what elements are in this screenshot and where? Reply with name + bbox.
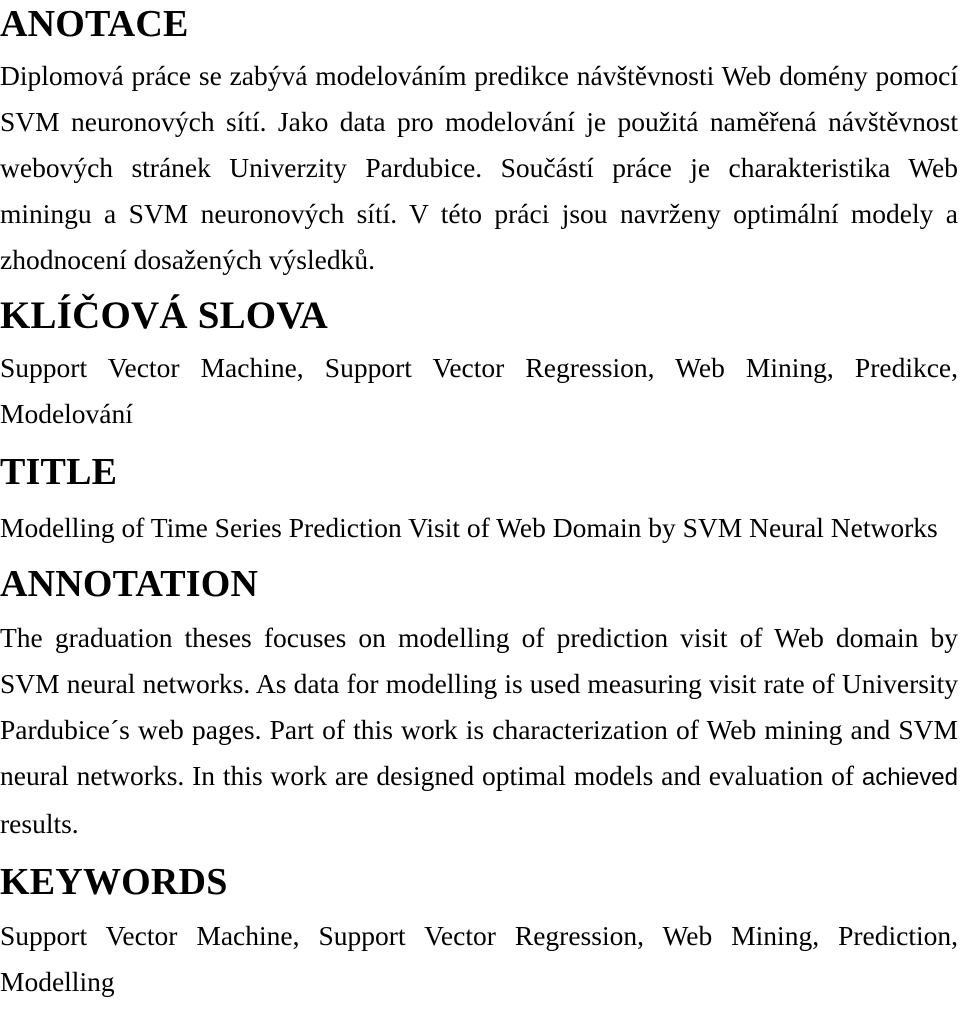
annotation-text-part-2: results. [0, 808, 79, 839]
paragraph-klicova-slova-body: Support Vector Machine, Support Vector R… [0, 352, 958, 429]
paragraph-title-body: Modelling of Time Series Prediction Visi… [0, 512, 938, 543]
heading-title: TITLE [0, 451, 118, 493]
heading-anotace: ANOTACE [0, 3, 189, 45]
annotation-emphasis-word: achieved [861, 764, 958, 791]
paragraph-anotace-body: Diplomová práce se zabývá modelováním pr… [0, 60, 958, 275]
document-page: ANOTACE Diplomová práce se zabývá modelo… [0, 0, 960, 1029]
heading-klicova-slova: KLÍČOVÁ SLOVA [0, 294, 329, 337]
annotation-text-part-1: The graduation theses focuses on modelli… [0, 622, 958, 791]
document-content: ANOTACE Diplomová práce se zabývá modelo… [0, 0, 958, 1005]
heading-keywords: KEYWORDS [0, 861, 228, 903]
paragraph-keywords-body: Support Vector Machine, Support Vector R… [0, 920, 958, 997]
heading-annotation: ANNOTATION [0, 563, 259, 605]
paragraph-annotation-body: The graduation theses focuses on modelli… [0, 609, 958, 847]
